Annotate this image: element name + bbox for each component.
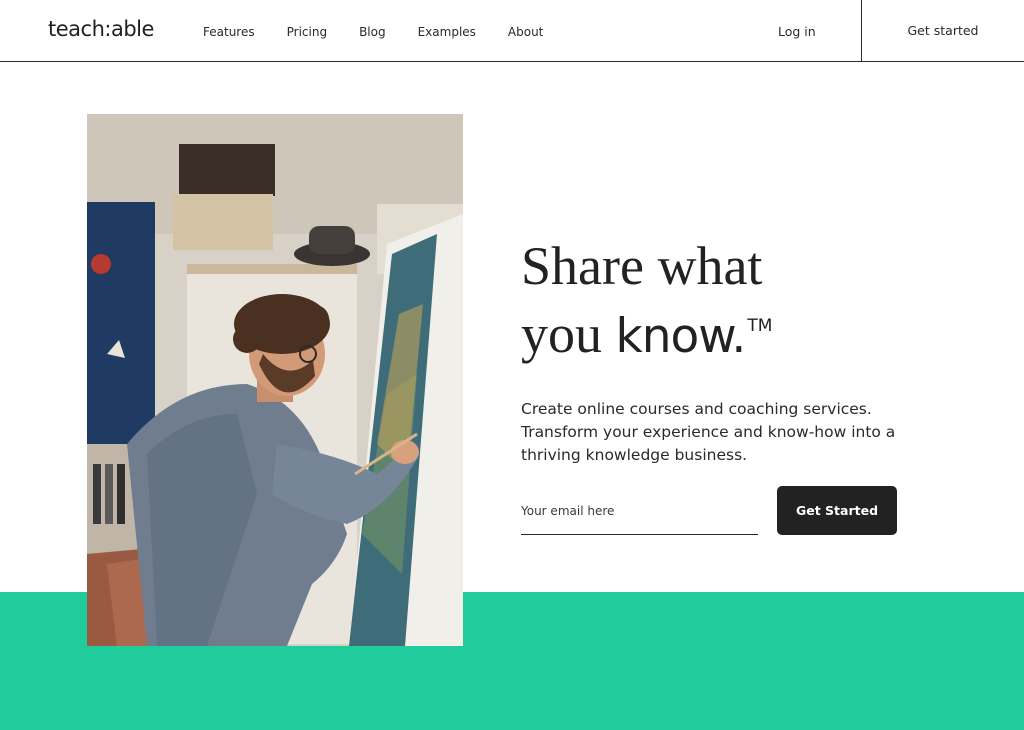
teachable-logo[interactable]: teach:able [48,17,154,41]
site-header: teach:able Features Pricing Blog Example… [0,0,1024,62]
hero-subtext: Create online courses and coaching servi… [521,400,896,464]
main-nav: Features Pricing Blog Examples About [203,25,575,39]
email-field-wrapper [521,496,758,535]
get-started-header-button[interactable]: Get started [862,0,1024,62]
nav-features[interactable]: Features [203,25,255,39]
headline-line2-bold: know. [615,309,747,364]
hero-headline: Share what you know. TM [521,232,901,371]
nav-examples[interactable]: Examples [418,25,476,39]
hero-photo-artist-painting [87,114,463,646]
nav-blog[interactable]: Blog [359,25,386,39]
trademark-mark: TM [747,316,773,336]
nav-pricing[interactable]: Pricing [287,25,327,39]
get-started-button[interactable]: Get Started [777,486,897,535]
login-link[interactable]: Log in [778,24,816,39]
email-input[interactable] [521,496,758,526]
nav-about[interactable]: About [508,25,543,39]
headline-line1: Share what [521,236,763,296]
headline-line2-serif: you [521,304,616,364]
